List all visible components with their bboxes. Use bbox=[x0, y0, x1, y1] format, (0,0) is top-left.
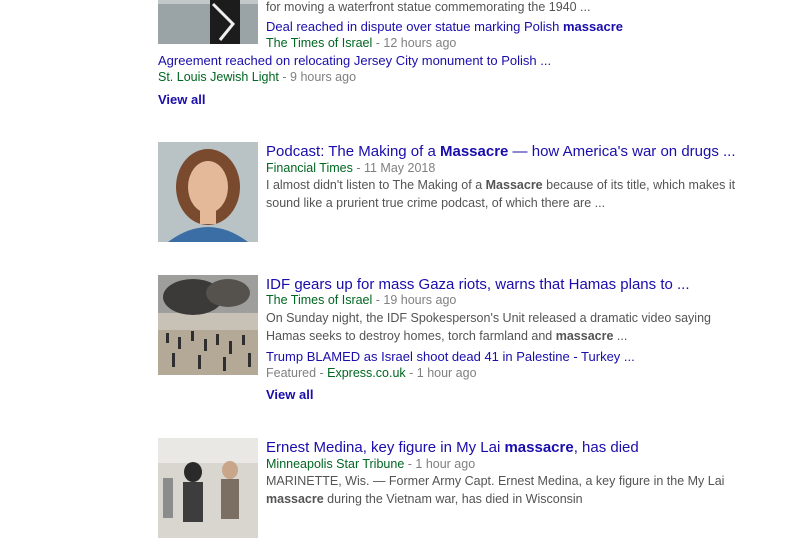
thumbnail-portrait[interactable] bbox=[158, 142, 258, 242]
related-article-link[interactable]: Trump BLAMED as Israel shoot dead 41 in … bbox=[266, 349, 635, 364]
result-snippet: On Sunday night, the IDF Spokesperson's … bbox=[266, 311, 711, 325]
related-article-link[interactable]: Deal reached in dispute over statue mark… bbox=[266, 19, 623, 34]
related-article-link[interactable]: Agreement reached on relocating Jersey C… bbox=[158, 53, 551, 68]
view-all-link[interactable]: View all bbox=[158, 92, 205, 107]
view-all-link[interactable]: View all bbox=[266, 387, 313, 402]
article-source: St. Louis Jewish Light - 9 hours ago bbox=[158, 70, 357, 84]
statue-image bbox=[158, 0, 258, 44]
result-snippet: sound like a prurient true crime podcast… bbox=[266, 196, 606, 210]
news-headline[interactable]: IDF gears up for mass Gaza riots, warns … bbox=[266, 276, 690, 293]
article-source: Featured - Express.co.uk - 1 hour ago bbox=[266, 366, 477, 380]
result-snippet: for moving a waterfront statue commemora… bbox=[266, 0, 591, 14]
thumbnail-crowd[interactable] bbox=[158, 275, 258, 375]
thumbnail-people[interactable] bbox=[158, 438, 258, 538]
article-source: The Times of Israel - 19 hours ago bbox=[266, 293, 457, 307]
article-source: Financial Times - 11 May 2018 bbox=[266, 161, 436, 175]
article-source: The Times of Israel - 12 hours ago bbox=[266, 36, 457, 50]
news-headline[interactable]: Podcast: The Making of a Massacre — how … bbox=[266, 143, 736, 160]
news-headline[interactable]: Ernest Medina, key figure in My Lai mass… bbox=[266, 439, 639, 456]
article-source: Minneapolis Star Tribune - 1 hour ago bbox=[266, 457, 476, 471]
result-snippet: MARINETTE, Wis. — Former Army Capt. Erne… bbox=[266, 474, 725, 488]
portrait-image bbox=[158, 142, 258, 242]
result-snippet: I almost didn't listen to The Making of … bbox=[266, 178, 736, 192]
result-snippet: Hamas seeks to destroy homes, torch farm… bbox=[266, 329, 628, 343]
result-snippet: massacre during the Vietnam war, has die… bbox=[266, 492, 583, 506]
people-image bbox=[158, 438, 258, 538]
thumbnail-statue[interactable] bbox=[158, 0, 258, 44]
crowd-image bbox=[158, 275, 258, 375]
